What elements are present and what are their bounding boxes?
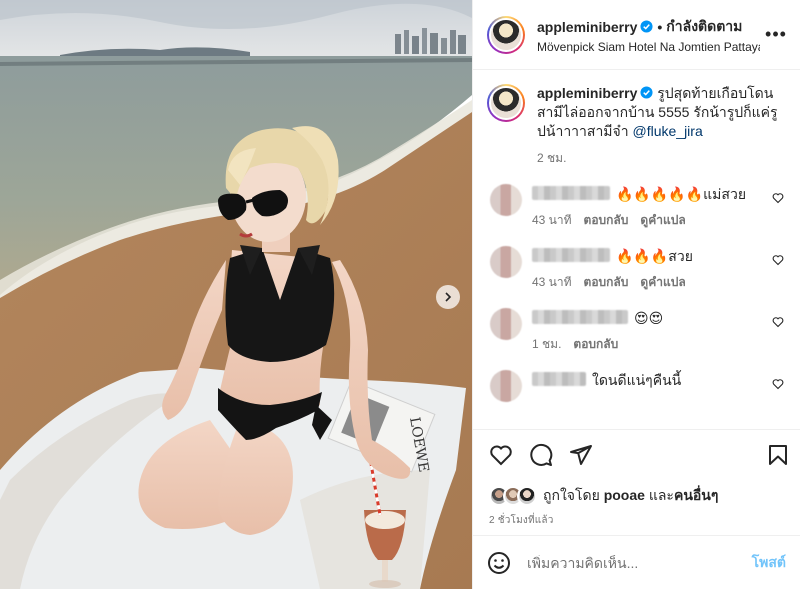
commenter-username[interactable] [532, 372, 586, 386]
post-header: appleminiberry • กำลังติดตาม Mövenpick S… [473, 0, 800, 70]
emoji-picker-icon[interactable] [487, 551, 511, 575]
comment-item: 😍😍 1 ชม. ตอบกลับ [487, 308, 784, 354]
liker-avatars[interactable] [489, 486, 537, 506]
post-actions-bar [473, 429, 800, 479]
post-timestamp[interactable]: 2 ชั่วโมงที่แล้ว [473, 513, 800, 535]
post-location[interactable]: Mövenpick Siam Hotel Na Jomtien Pattaya [537, 40, 760, 54]
like-comment-heart-icon[interactable] [772, 254, 784, 266]
author-avatar[interactable] [487, 15, 525, 54]
post-caption: appleminiberry รูปสุดท้ายเกือบโดนสามีไล่… [487, 84, 784, 168]
author-username[interactable]: appleminiberry [537, 19, 637, 35]
beach-photo: LOEWE [0, 0, 472, 589]
reply-button[interactable]: ตอบกลับ [584, 272, 629, 292]
liker-avatar [517, 486, 537, 506]
comments-list: appleminiberry รูปสุดท้ายเกือบโดนสามีไล่… [473, 70, 800, 429]
translate-button[interactable]: ดูคำแปล [640, 272, 685, 292]
add-comment-bar: โพสต์ [473, 535, 800, 589]
save-bookmark-icon[interactable] [766, 443, 790, 467]
comment-time[interactable]: 43 นาที [532, 272, 572, 292]
commenter-username[interactable] [532, 248, 610, 262]
comment-time[interactable]: 1 ชม. [532, 334, 561, 354]
commenter-username[interactable] [532, 310, 628, 324]
commenter-username[interactable] [532, 186, 610, 200]
post-comment-button[interactable]: โพสต์ [752, 552, 786, 574]
comment-text: 😍😍 [634, 310, 664, 326]
comment-text: 🔥🔥🔥สวย [616, 248, 693, 264]
caption-mention-link[interactable]: @fluke_jira [633, 123, 703, 139]
like-heart-icon[interactable] [489, 443, 513, 467]
comment-bubble-icon[interactable] [529, 443, 553, 467]
comment-text: ใดนดีแน่ๆคืนนี้ [592, 372, 682, 388]
comment-text: 🔥🔥🔥🔥🔥แม่สวย [616, 186, 747, 202]
post-side-panel: appleminiberry • กำลังติดตาม Mövenpick S… [472, 0, 800, 589]
next-photo-button[interactable] [436, 285, 460, 309]
reply-button[interactable]: ตอบกลับ [573, 334, 618, 354]
commenter-avatar[interactable] [490, 308, 522, 340]
liker-username[interactable]: pooae [604, 487, 645, 503]
commenter-avatar[interactable] [490, 370, 522, 402]
caption-time[interactable]: 2 ชม. [537, 149, 784, 168]
add-comment-input[interactable] [527, 554, 752, 571]
comment-item: 🔥🔥🔥🔥🔥แม่สวย 43 นาที ตอบกลับ ดูคำแปล [487, 184, 784, 230]
comment-item: 🔥🔥🔥สวย 43 นาที ตอบกลับ ดูคำแปล [487, 246, 784, 292]
commenter-avatar[interactable] [490, 184, 522, 216]
likes-summary: ถูกใจโดย pooae และคนอื่นๆ [473, 479, 800, 513]
comment-time[interactable]: 43 นาที [532, 210, 572, 230]
caption-author-avatar[interactable] [487, 84, 525, 122]
chevron-right-icon [445, 292, 452, 302]
likes-others-link[interactable]: คนอื่นๆ [674, 487, 718, 503]
reply-button[interactable]: ตอบกลับ [584, 210, 629, 230]
commenter-avatar[interactable] [490, 246, 522, 278]
post-image[interactable]: LOEWE [0, 0, 472, 589]
more-options-button[interactable]: ••• [764, 24, 788, 45]
translate-button[interactable]: ดูคำแปล [640, 210, 685, 230]
following-button[interactable]: กำลังติดตาม [666, 16, 742, 38]
header-separator: • [657, 18, 663, 35]
like-comment-heart-icon[interactable] [772, 192, 784, 204]
share-paper-plane-icon[interactable] [569, 443, 593, 467]
verified-badge-icon [640, 86, 653, 99]
verified-badge-icon [640, 20, 653, 33]
like-comment-heart-icon[interactable] [772, 378, 784, 390]
like-comment-heart-icon[interactable] [772, 316, 784, 328]
caption-username[interactable]: appleminiberry [537, 85, 637, 101]
post-modal: LOEWE appleminiberry • กำลังติดตาม Möven… [0, 0, 800, 589]
likes-prefix: ถูกใจโดย [543, 487, 604, 503]
likes-and: และ [644, 487, 674, 503]
comment-item: ใดนดีแน่ๆคืนนี้ [487, 370, 784, 402]
